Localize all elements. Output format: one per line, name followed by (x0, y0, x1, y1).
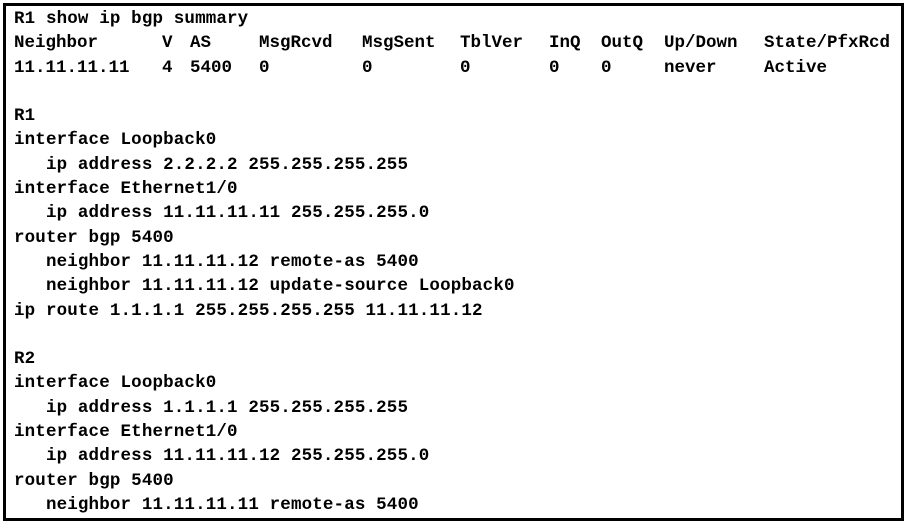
r2-config-line: neighbor 11.11.11.11 remote-as 5400 (14, 494, 419, 515)
r1-config-line: router bgp 5400 (14, 227, 174, 248)
column-header-neighbor: Neighbor (14, 33, 99, 54)
cell-neighbor: 11.11.11.11 (14, 57, 130, 78)
column-header-outq: OutQ (601, 33, 644, 54)
r1-config-line: ip address 11.11.11.11 255.255.255.0 (14, 203, 430, 224)
column-header-msgrcvd: MsgRcvd (259, 33, 333, 54)
r1-config-line: ip address 2.2.2.2 255.255.255.255 (14, 154, 409, 175)
cell-inq: 0 (549, 57, 560, 78)
cell-tblver: 0 (460, 57, 471, 78)
r1-config-line: interface Loopback0 (14, 130, 217, 151)
r2-config-line: interface Loopback0 (14, 373, 217, 394)
screenshot-root: R1 show ip bgp summary Neighbor V AS Msg… (0, 0, 911, 531)
cell-outq: 0 (601, 57, 612, 78)
bgp-summary-header-row: Neighbor V AS MsgRcvd MsgSent TblVer InQ… (14, 31, 901, 55)
status-badge: Active (764, 57, 828, 78)
terminal-output: R1 show ip bgp summary Neighbor V AS Msg… (14, 7, 901, 518)
r1-config-line: ip route 1.1.1.1 255.255.255.255 11.11.1… (14, 300, 483, 321)
column-header-v: V (162, 33, 173, 54)
terminal-frame: R1 show ip bgp summary Neighbor V AS Msg… (3, 3, 904, 521)
r1-config-line: neighbor 11.11.11.12 update-source Loopb… (14, 276, 515, 297)
bgp-summary-row: 11.11.11.11 4 5400 0 0 0 0 0 never Activ… (14, 56, 901, 80)
column-header-state: State/PfxRcd (764, 33, 891, 54)
cell-v: 4 (162, 57, 173, 78)
r2-config-line: ip address 1.1.1.1 255.255.255.255 (14, 397, 409, 418)
column-header-inq: InQ (549, 33, 581, 54)
column-header-tblver: TblVer (460, 33, 524, 54)
cell-as: 5400 (190, 57, 233, 78)
command-line: R1 show ip bgp summary (14, 9, 249, 29)
cell-msgrcvd: 0 (259, 57, 270, 78)
r1-config-line: interface Ethernet1/0 (14, 179, 238, 200)
r2-config-line: ip address 11.11.11.12 255.255.255.0 (14, 446, 430, 467)
device-label-r2: R2 (14, 349, 36, 370)
cell-msgsent: 0 (362, 57, 373, 78)
column-header-as: AS (190, 33, 212, 54)
r2-config-line: neighbor 11.11.11.11 update-source Loopb… (14, 517, 901, 518)
r2-config-line: interface Ethernet1/0 (14, 422, 238, 443)
r2-config-line: router bgp 5400 (14, 470, 174, 491)
device-label-r1: R1 (14, 106, 36, 127)
column-header-msgsent: MsgSent (362, 33, 436, 54)
cell-updown: never (664, 57, 717, 78)
column-header-updown: Up/Down (664, 33, 738, 54)
r1-config-line: neighbor 11.11.11.12 remote-as 5400 (14, 251, 419, 272)
